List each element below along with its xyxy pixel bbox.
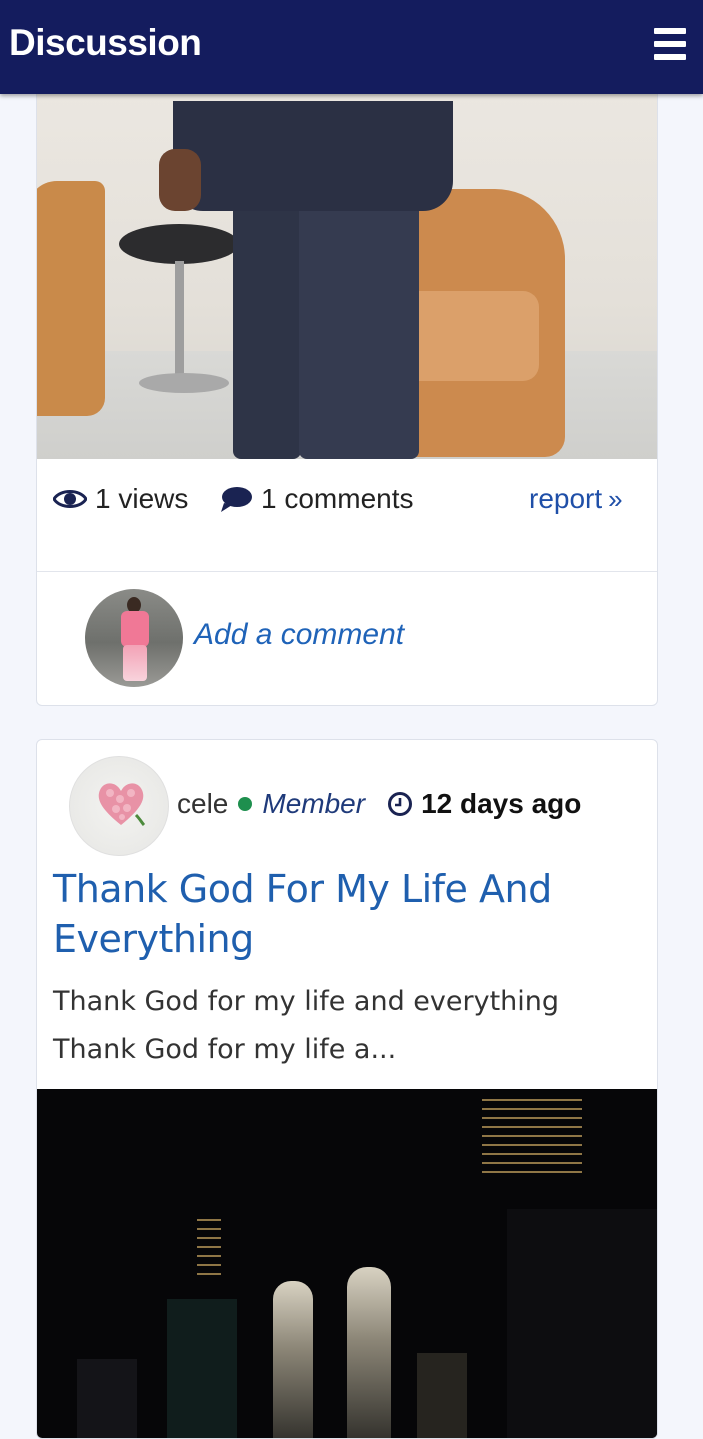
post-meta: cele Member 12 days ago (177, 784, 581, 824)
page-title: Discussion (9, 22, 202, 63)
comment-bubble-icon (221, 487, 252, 512)
post-time: 12 days ago (387, 788, 581, 820)
post-excerpt: Thank God for my life and everything Tha… (53, 986, 560, 1065)
photo-building (417, 1353, 467, 1438)
photo-jacket (173, 101, 453, 211)
post-stats-row: 1 views 1 comments report » (37, 459, 657, 572)
post-image[interactable] (37, 1089, 657, 1438)
top-app-bar: Discussion (0, 0, 703, 94)
photo-window-lights (197, 1219, 221, 1279)
clock-icon (388, 792, 413, 816)
add-comment-input[interactable]: Add a comment (194, 618, 404, 652)
comments-count[interactable]: 1 comments (219, 481, 414, 517)
photo-window-lights (482, 1099, 582, 1179)
photo-building (167, 1299, 237, 1438)
post-image[interactable] (37, 61, 657, 459)
comments-text: 1 comments (261, 483, 414, 514)
avatar-figure-legs (123, 645, 147, 681)
photo-tower-right (347, 1267, 391, 1438)
post-card: cele Member 12 days ago Thank God For My… (36, 739, 658, 1439)
post-time-text: 12 days ago (421, 788, 582, 819)
photo-tower-left (273, 1281, 313, 1438)
online-status-icon (238, 797, 253, 811)
avatar[interactable] (85, 589, 183, 687)
photo-building (507, 1209, 657, 1438)
photo-chair-left (37, 181, 105, 416)
report-link[interactable]: report » (529, 481, 623, 517)
avatar-figure-body (121, 611, 149, 647)
author-name[interactable]: cele (177, 788, 228, 820)
post-title-link[interactable]: Thank God For My Life And Everything (53, 864, 643, 964)
add-comment-row[interactable]: Add a comment (37, 573, 657, 705)
hamburger-menu-icon[interactable] (650, 24, 690, 64)
author-role: Member (262, 788, 366, 819)
eye-icon (53, 490, 87, 508)
photo-hand (159, 149, 201, 211)
report-label: report (529, 483, 603, 514)
rose-heart-icon (98, 783, 146, 827)
post-card: 1 views 1 comments report » Add a commen… (36, 60, 658, 706)
photo-table-leg (175, 261, 184, 379)
photo-building (77, 1359, 137, 1438)
author-avatar[interactable] (69, 756, 169, 856)
double-chevron-right-icon: » (608, 483, 623, 514)
photo-table (119, 224, 239, 264)
photo-table-base (139, 373, 229, 393)
views-text: 1 views (95, 483, 189, 514)
views-count: 1 views (53, 481, 188, 517)
